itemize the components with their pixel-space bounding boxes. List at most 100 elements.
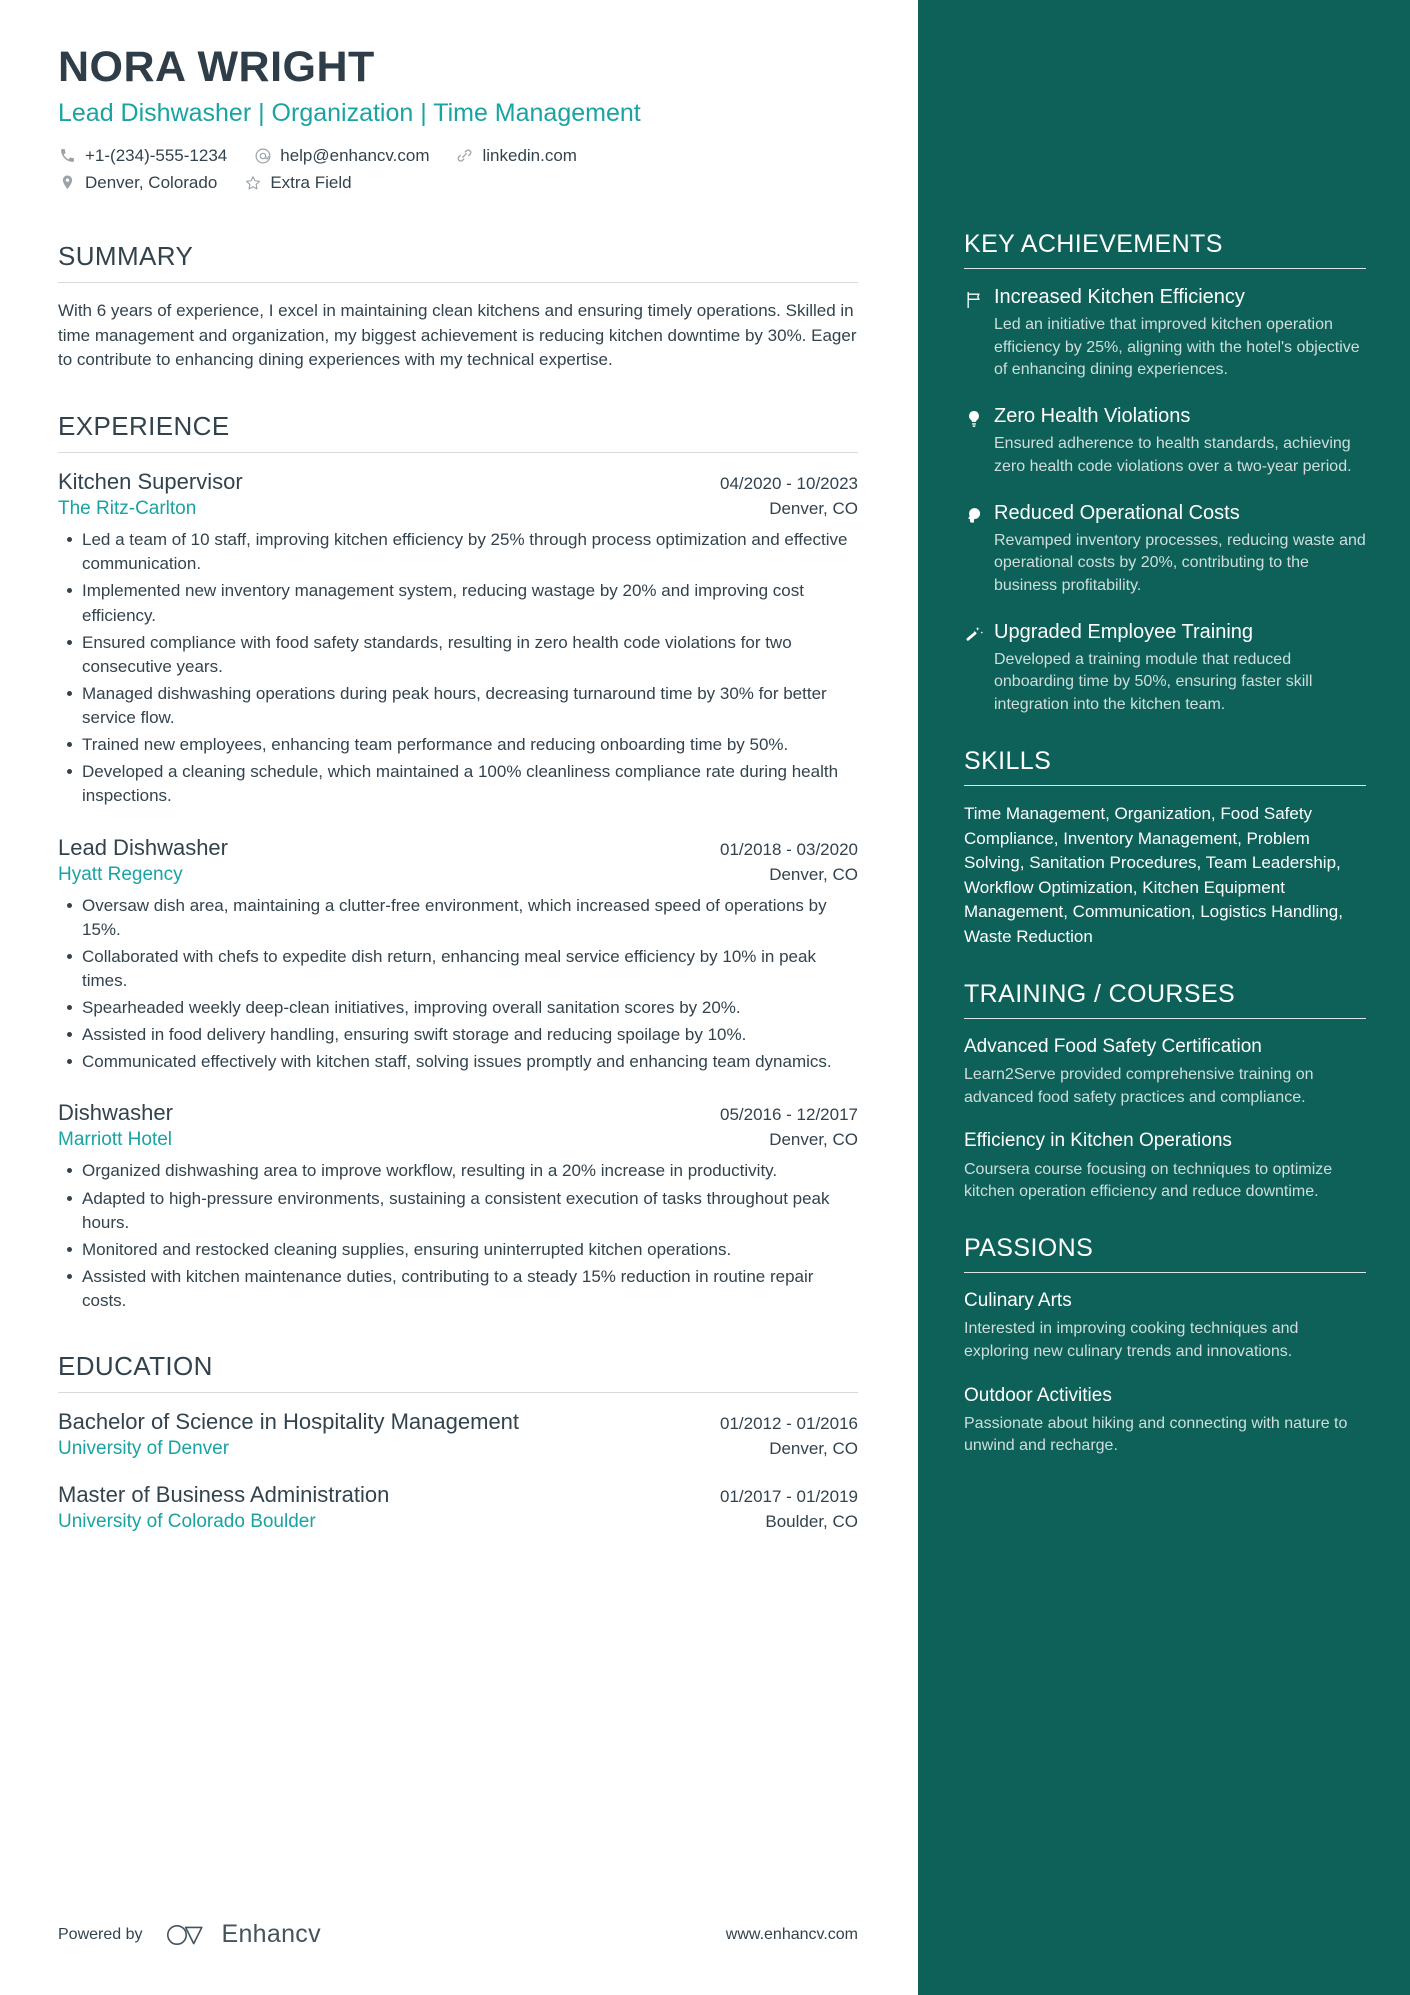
passions-heading: PASSIONS — [964, 1233, 1094, 1262]
education-entry: Bachelor of Science in Hospitality Manag… — [58, 1409, 858, 1460]
list-item: Oversaw dish area, maintaining a clutter… — [58, 894, 858, 942]
summary-heading: SUMMARY — [58, 240, 194, 271]
list-item: Monitored and restocked cleaning supplie… — [58, 1238, 858, 1262]
experience-heading: EXPERIENCE — [58, 411, 230, 442]
job-bullets: Led a team of 10 staff, improving kitche… — [58, 528, 858, 808]
achievement-item: Zero Health Violations Ensured adherence… — [964, 404, 1366, 478]
section-key-achievements: KEY ACHIEVEMENTS Increased Kitchen Effic… — [964, 230, 1366, 717]
education-entry-header: Master of Business Administration 01/201… — [58, 1482, 858, 1508]
passion-title: Outdoor Activities — [964, 1384, 1112, 1406]
list-item: Assisted in food delivery handling, ensu… — [58, 1023, 858, 1047]
achievement-body: Reduced Operational Costs Revamped inven… — [994, 501, 1366, 598]
job-dates: 04/2020 - 10/2023 — [719, 474, 858, 494]
degree-dates: 01/2012 - 01/2016 — [719, 1414, 858, 1434]
divider — [58, 281, 858, 283]
passion-item: Outdoor Activities Passionate about hiki… — [964, 1384, 1366, 1459]
degree-title: Bachelor of Science in Hospitality Manag… — [58, 1409, 520, 1435]
divider — [58, 1392, 858, 1394]
achievement-body: Increased Kitchen Efficiency Led an init… — [994, 285, 1366, 382]
star-icon — [243, 173, 262, 192]
contact-location-text: Denver, Colorado — [85, 172, 218, 192]
contact-linkedin[interactable]: linkedin.com — [455, 146, 577, 166]
experience-entry-subheader: Marriott Hotel Denver, CO — [58, 1126, 858, 1151]
section-summary: SUMMARY With 6 years of experience, I ex… — [58, 241, 858, 373]
contact-email[interactable]: help@enhancv.com — [253, 146, 429, 166]
job-title: Dishwasher — [58, 1100, 173, 1126]
list-item: Trained new employees, enhancing team pe… — [58, 733, 858, 757]
footer-website[interactable]: www.enhancv.com — [726, 1926, 858, 1944]
experience-entry: Dishwasher 05/2016 - 12/2017 Marriott Ho… — [58, 1100, 858, 1313]
job-company: Marriott Hotel — [58, 1129, 173, 1151]
passion-item: Culinary Arts Interested in improving co… — [964, 1289, 1366, 1364]
section-training-courses: TRAINING / COURSES Advanced Food Safety … — [964, 980, 1366, 1204]
contact-email-text: help@enhancv.com — [280, 145, 430, 165]
contact-phone-text: +1-(234)-555-1234 — [85, 145, 228, 165]
school-name: University of Colorado Boulder — [58, 1511, 316, 1533]
headline: Lead Dishwasher | Organization | Time Ma… — [58, 99, 641, 128]
achievement-desc: Developed a training module that reduced… — [994, 650, 1313, 714]
achievement-desc: Revamped inventory processes, reducing w… — [994, 531, 1366, 595]
contact-extra-field: Extra Field — [243, 173, 352, 193]
job-location: Denver, CO — [769, 1130, 858, 1150]
experience-entry-subheader: Hyatt Regency Denver, CO — [58, 861, 858, 886]
divider — [964, 1017, 1366, 1019]
flag-icon — [964, 285, 994, 382]
achievement-desc: Ensured adherence to health standards, a… — [994, 435, 1352, 475]
email-icon — [253, 146, 272, 165]
list-item: Managed dishwashing operations during pe… — [58, 682, 858, 730]
skills-heading: SKILLS — [964, 746, 1052, 775]
contact-row-2: Denver, Colorado Extra Field — [58, 173, 858, 193]
list-item: Collaborated with chefs to expedite dish… — [58, 945, 858, 993]
degree-dates: 01/2017 - 01/2019 — [719, 1487, 858, 1507]
passion-desc: Interested in improving cooking techniqu… — [964, 1320, 1299, 1360]
school-name: University of Denver — [58, 1438, 230, 1460]
achievement-title: Upgraded Employee Training — [994, 620, 1254, 643]
contact-info: +1-(234)-555-1234 help@enhancv.com linke… — [58, 146, 858, 193]
degree-title: Master of Business Administration — [58, 1482, 390, 1508]
achievement-title: Increased Kitchen Efficiency — [994, 286, 1245, 308]
powered-by-label: Powered by — [58, 1925, 143, 1943]
powered-by: Powered by Enhancv — [58, 1920, 321, 1949]
summary-text: With 6 years of experience, I excel in m… — [58, 300, 857, 370]
education-entry: Master of Business Administration 01/201… — [58, 1482, 858, 1533]
list-item: Adapted to high-pressure environments, s… — [58, 1187, 858, 1235]
job-company: Hyatt Regency — [58, 863, 183, 885]
experience-entry-header: Kitchen Supervisor 04/2020 - 10/2023 — [58, 469, 858, 495]
experience-entry: Kitchen Supervisor 04/2020 - 10/2023 The… — [58, 469, 858, 808]
location-icon — [58, 173, 77, 192]
training-desc: Coursera course focusing on techniques t… — [964, 1160, 1333, 1201]
school-location: Denver, CO — [769, 1439, 858, 1459]
education-heading: EDUCATION — [58, 1351, 213, 1382]
job-title: Lead Dishwasher — [58, 834, 228, 860]
training-title: Advanced Food Safety Certification — [964, 1035, 1262, 1057]
section-skills: SKILLS Time Management, Organization, Fo… — [964, 747, 1366, 950]
contact-location: Denver, Colorado — [58, 173, 217, 193]
list-item: Developed a cleaning schedule, which mai… — [58, 760, 858, 808]
passion-title: Culinary Arts — [964, 1289, 1072, 1311]
resume-page: NORA WRIGHT Lead Dishwasher | Organizati… — [0, 0, 1410, 1995]
contact-linkedin-text: linkedin.com — [482, 145, 577, 165]
passion-desc: Passionate about hiking and connecting w… — [964, 1414, 1348, 1455]
skills-list: Time Management, Organization, Food Safe… — [964, 803, 1343, 947]
education-entry-header: Bachelor of Science in Hospitality Manag… — [58, 1409, 858, 1435]
achievement-body: Upgraded Employee Training Developed a t… — [994, 620, 1366, 717]
divider — [964, 268, 1366, 269]
achievement-body: Zero Health Violations Ensured adherence… — [994, 404, 1366, 478]
achievement-desc: Led an initiative that improved kitchen … — [994, 316, 1360, 379]
list-item: Communicated effectively with kitchen st… — [58, 1050, 858, 1074]
job-title: Kitchen Supervisor — [58, 469, 243, 495]
page-footer: Powered by Enhancv www.enhancv.com — [58, 1920, 858, 1949]
enhancv-wordmark: Enhancv — [221, 1920, 321, 1948]
achievement-item: Upgraded Employee Training Developed a t… — [964, 620, 1366, 717]
list-item: Ensured compliance with food safety stan… — [58, 631, 858, 679]
training-title: Efficiency in Kitchen Operations — [964, 1130, 1232, 1152]
training-desc: Learn2Serve provided comprehensive train… — [964, 1065, 1314, 1106]
experience-entry-header: Dishwasher 05/2016 - 12/2017 — [58, 1100, 858, 1126]
job-location: Denver, CO — [769, 499, 858, 519]
achievement-title: Zero Health Violations — [994, 405, 1191, 428]
divider — [964, 1271, 1366, 1273]
training-heading: TRAINING / COURSES — [964, 979, 1236, 1008]
list-item: Spearheaded weekly deep-clean initiative… — [58, 996, 858, 1020]
contact-phone[interactable]: +1-(234)-555-1234 — [58, 146, 227, 166]
enhancv-logo: Enhancv — [165, 1920, 321, 1949]
